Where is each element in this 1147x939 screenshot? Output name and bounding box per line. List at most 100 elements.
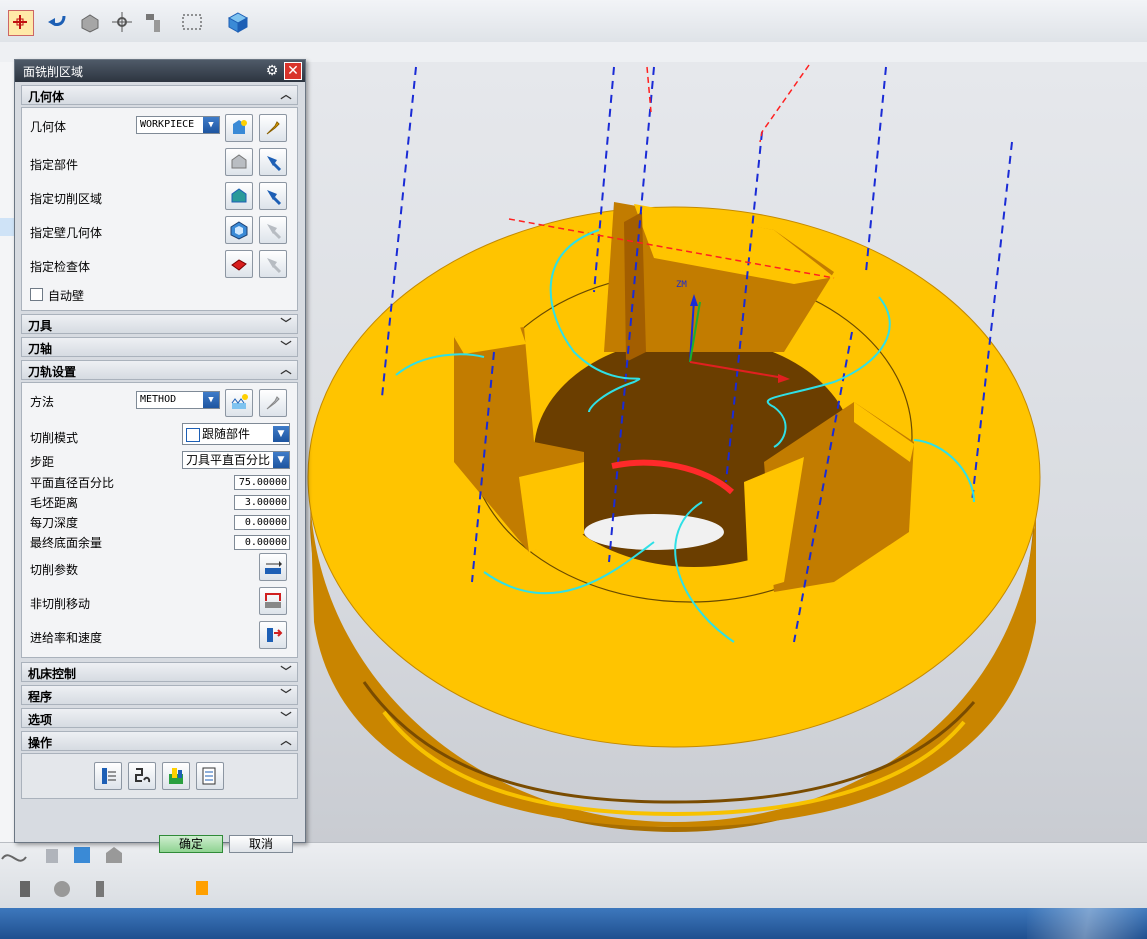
chevron-down-icon[interactable]: ﹀ (279, 687, 293, 703)
flat-diameter-pct-input[interactable]: 75.00000 (234, 475, 290, 490)
section-geometry-label: 几何体 (28, 90, 65, 104)
face-milling-dialog: 面铣削区域 ⚙ ✕ 几何体 ︿ 几何体 WORKPIECE ▼ 指定部件 指定切削… (14, 59, 306, 853)
cut-pattern-select[interactable]: 跟随部件 ▼ (182, 423, 290, 445)
geometry-select[interactable]: WORKPIECE ▼ (136, 116, 220, 134)
cut-params-button[interactable] (259, 553, 287, 581)
specify-wall-geometry-label: 指定壁几何体 (30, 226, 103, 240)
dialog-title: 面铣削区域 (23, 65, 84, 79)
auto-wall-label: 自动壁 (48, 289, 85, 303)
actions-panel (21, 753, 298, 799)
geometry-panel: 几何体 WORKPIECE ▼ 指定部件 指定切削区域 指定壁几何体 指定检查体 … (21, 107, 298, 311)
navigator-selection[interactable] (0, 218, 14, 236)
stepover-label: 步距 (30, 455, 55, 469)
section-program-label: 程序 (28, 690, 53, 704)
cut-pattern-label: 切削模式 (30, 431, 79, 445)
cancel-button[interactable]: 取消 (229, 835, 293, 853)
section-geometry[interactable]: 几何体 ︿ (21, 85, 298, 105)
solid-icon (106, 847, 122, 863)
undo-icon[interactable] (46, 10, 70, 34)
chevron-down-icon[interactable]: ▼ (273, 452, 289, 468)
new-geometry-button[interactable] (225, 114, 253, 142)
box-select-icon[interactable] (180, 10, 204, 34)
move-icon[interactable] (110, 10, 134, 34)
section-actions-label: 操作 (28, 736, 53, 750)
specify-cut-area-label: 指定切削区域 (30, 192, 103, 206)
close-icon[interactable]: ✕ (284, 62, 302, 80)
section-path-settings[interactable]: 刀轨设置 ︿ (21, 360, 298, 380)
ok-button[interactable]: 确定 (159, 835, 223, 853)
path-settings-panel: 方法 METHOD ▼ 切削模式 跟随部件 ▼ 步距 刀具平直百分比 ▼ 平面直径百分… (21, 382, 298, 658)
chevron-down-icon[interactable]: ﹀ (279, 316, 293, 332)
select-feature-icon[interactable] (8, 10, 34, 36)
specify-check-body-label: 指定检查体 (30, 260, 91, 274)
pattern-icon (96, 881, 104, 897)
blank-distance-label: 毛坯距离 (30, 496, 79, 510)
feeds-speeds-button[interactable] (259, 621, 287, 649)
flat-diameter-pct-label: 平面直径百分比 (30, 476, 115, 490)
final-floor-stock-input[interactable]: 0.00000 (234, 535, 290, 550)
geometry-value: WORKPIECE (140, 119, 195, 130)
cut-pattern-value: 跟随部件 (202, 427, 251, 441)
final-floor-stock-label: 最终底面余量 (30, 536, 103, 550)
chevron-down-icon[interactable]: ﹀ (279, 664, 293, 680)
section-actions[interactable]: 操作 ︿ (21, 731, 298, 751)
chevron-up-icon[interactable]: ︿ (279, 733, 293, 749)
section-path-settings-label: 刀轨设置 (28, 365, 77, 379)
geometry-label: 几何体 (30, 120, 67, 134)
select-part-button[interactable] (225, 148, 253, 176)
chevron-down-icon[interactable]: ﹀ (279, 339, 293, 355)
replay-icon[interactable] (128, 762, 156, 790)
os-taskbar (0, 908, 1147, 939)
flashlight-icon[interactable] (259, 182, 287, 210)
part-body-icon[interactable] (78, 10, 102, 34)
select-check-body-button[interactable] (225, 250, 253, 278)
section-machine-control-label: 机床控制 (28, 667, 77, 681)
box-icon (74, 847, 90, 863)
datum-icon (46, 849, 58, 863)
section-tool[interactable]: 刀具 ﹀ (21, 314, 298, 334)
non-cut-moves-button[interactable] (259, 587, 287, 615)
tool-icon[interactable] (142, 10, 166, 34)
section-machine-control[interactable]: 机床控制 ﹀ (21, 662, 298, 682)
chevron-down-icon[interactable]: ▼ (203, 117, 219, 133)
section-tool-axis[interactable]: 刀轴 ﹀ (21, 337, 298, 357)
flashlight-icon[interactable] (259, 148, 287, 176)
method-select[interactable]: METHOD ▼ (136, 391, 220, 409)
generate-icon[interactable] (94, 762, 122, 790)
new-method-button[interactable] (225, 389, 253, 417)
section-options-label: 选项 (28, 713, 53, 727)
section-options[interactable]: 选项 ﹀ (21, 708, 298, 728)
cube-icon[interactable] (226, 10, 250, 34)
blank-distance-input[interactable]: 3.00000 (234, 495, 290, 510)
chevron-up-icon[interactable]: ︿ (279, 87, 293, 103)
select-wall-button[interactable] (225, 216, 253, 244)
cut-params-label: 切削参数 (30, 563, 79, 577)
chevron-down-icon[interactable]: ﹀ (279, 710, 293, 726)
verify-icon[interactable] (162, 762, 190, 790)
auto-wall-checkbox[interactable] (30, 288, 43, 301)
section-program[interactable]: 程序 ﹀ (21, 685, 298, 705)
top-toolbar (0, 0, 1147, 43)
stepover-value: 刀具平直百分比 (186, 453, 271, 467)
specify-part-label: 指定部件 (30, 158, 79, 172)
section-tool-label: 刀具 (28, 319, 53, 333)
edit-method-button (259, 389, 287, 417)
chevron-down-icon[interactable]: ▼ (273, 426, 289, 442)
section-tool-axis-label: 刀轴 (28, 342, 53, 356)
select-cut-area-button[interactable] (225, 182, 253, 210)
method-value: METHOD (140, 394, 177, 405)
chevron-up-icon[interactable]: ︿ (279, 362, 293, 378)
gear-icon[interactable]: ⚙ (263, 62, 281, 80)
stepover-select[interactable]: 刀具平直百分比 ▼ (182, 451, 290, 469)
list-icon[interactable] (196, 762, 224, 790)
navigator-strip[interactable] (0, 62, 15, 842)
depth-per-cut-input[interactable]: 0.00000 (234, 515, 290, 530)
method-label: 方法 (30, 395, 55, 409)
curve-icon (1, 854, 27, 862)
edit-geometry-button[interactable] (259, 114, 287, 142)
hole-icon (20, 881, 30, 897)
chain-icon (54, 881, 70, 897)
follow-part-icon (186, 427, 200, 442)
csys-label: ZM (676, 280, 687, 290)
chevron-down-icon[interactable]: ▼ (203, 392, 219, 408)
